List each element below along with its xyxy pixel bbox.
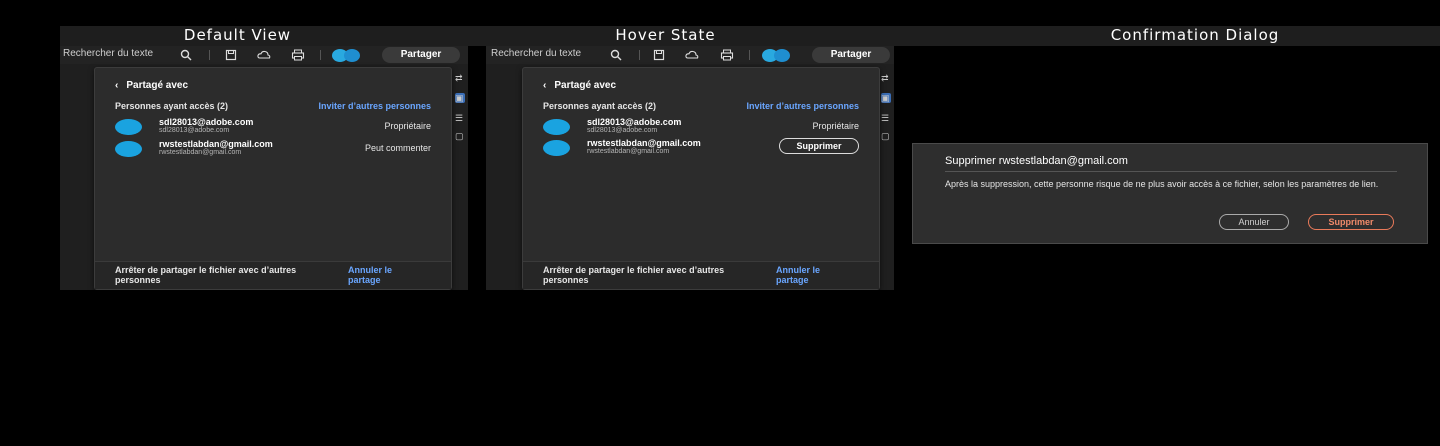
collaborator-avatars[interactable] (762, 49, 802, 62)
save-icon[interactable] (223, 47, 239, 63)
share-button[interactable]: Partager (812, 47, 890, 63)
person-avatar (543, 119, 570, 135)
rail-page-icon[interactable]: ▢ (455, 131, 465, 141)
dialog-body: Après la suppression, cette personne ris… (945, 179, 1379, 189)
person-email: rwstestlabdan@gmail.com (159, 139, 273, 149)
hover-state-panel: Rechercher du texte Partager ⇄ ▣ ☰ ▢ ‹ Pa… (486, 46, 894, 290)
section-title-hover: Hover State (615, 26, 716, 44)
share-card-title: Partagé avec (554, 80, 617, 91)
rail-page-icon[interactable]: ▢ (881, 131, 891, 141)
section-title-confirm: Confirmation Dialog (1110, 26, 1280, 44)
back-chevron-icon[interactable]: ‹ (115, 80, 118, 91)
person-subtext: sdl28013@adobe.com (159, 127, 230, 134)
share-card: ‹ Partagé avec Personnes ayant accès (2) … (94, 67, 452, 290)
search-icon[interactable] (608, 47, 624, 63)
rail-active-icon[interactable]: ▣ (881, 93, 891, 103)
stop-sharing-text: Arrêter de partager le fichier avec d’au… (543, 265, 725, 285)
person-row[interactable]: sdl28013@adobe.com sdl28013@adobe.com Pr… (543, 117, 859, 139)
rail-comment-icon[interactable]: ⇄ (455, 73, 465, 83)
people-heading: Personnes ayant accès (2) (543, 101, 657, 111)
dialog-title: Supprimer rwstestlabdan@gmail.com (945, 155, 1128, 167)
cloud-icon[interactable] (684, 47, 700, 63)
share-card-header: ‹ Partagé avec (543, 80, 616, 91)
right-rail: ⇄ ▣ ☰ ▢ (452, 66, 468, 166)
default-view-panel: Rechercher du texte Partager ⇄ ▣ ☰ ▢ ‹ Pa… (60, 46, 468, 290)
person-avatar (115, 119, 142, 135)
toolbar-divider (209, 50, 210, 60)
person-subtext: rwstestlabdan@gmail.com (159, 149, 242, 156)
back-chevron-icon[interactable]: ‹ (543, 80, 546, 91)
share-card-footer: Arrêter de partager le fichier avec d’au… (95, 261, 451, 289)
toolbar-divider (639, 50, 640, 60)
save-icon[interactable] (651, 47, 667, 63)
person-subtext: sdl28013@adobe.com (587, 127, 658, 134)
cancel-button[interactable]: Annuler (1219, 214, 1289, 230)
cancel-sharing-link[interactable]: Annuler le partage (348, 265, 418, 285)
confirmation-dialog: Supprimer rwstestlabdan@gmail.com Après … (912, 143, 1428, 244)
toolbar: Rechercher du texte Partager (60, 46, 468, 64)
person-email: rwstestlabdan@gmail.com (587, 138, 701, 148)
dialog-divider (945, 171, 1397, 172)
person-email: sdl28013@adobe.com (587, 117, 682, 127)
rail-active-icon[interactable]: ▣ (455, 93, 465, 103)
stop-sharing-text: Arrêter de partager le fichier avec d’au… (115, 265, 297, 285)
section-title-default: Default View (183, 26, 292, 44)
share-card-header: ‹ Partagé avec (115, 80, 188, 91)
person-email: sdl28013@adobe.com (159, 117, 254, 127)
toolbar: Rechercher du texte Partager (486, 46, 894, 64)
people-heading: Personnes ayant accès (2) (115, 101, 229, 111)
invite-link[interactable]: Inviter d’autres personnes (318, 101, 431, 111)
person-role: Propriétaire (384, 121, 431, 131)
person-avatar (115, 141, 142, 157)
search-label[interactable]: Rechercher du texte (63, 48, 153, 59)
person-avatar (543, 140, 570, 156)
confirm-remove-button[interactable]: Supprimer (1308, 214, 1394, 230)
person-role[interactable]: Peut commenter (365, 143, 431, 153)
share-card: ‹ Partagé avec Personnes ayant accès (2) … (522, 67, 880, 290)
person-subtext: rwstestlabdan@gmail.com (587, 148, 670, 155)
rail-list-icon[interactable]: ☰ (881, 113, 891, 123)
cancel-sharing-link[interactable]: Annuler le partage (776, 265, 846, 285)
search-icon[interactable] (178, 47, 194, 63)
remove-person-button[interactable]: Supprimer (779, 138, 859, 154)
person-row[interactable]: sdl28013@adobe.com sdl28013@adobe.com Pr… (115, 117, 431, 139)
person-row[interactable]: rwstestlabdan@gmail.com rwstestlabdan@gm… (115, 139, 431, 161)
print-icon[interactable] (719, 47, 735, 63)
share-card-title: Partagé avec (126, 80, 189, 91)
person-role: Propriétaire (812, 121, 859, 131)
cloud-icon[interactable] (256, 47, 272, 63)
toolbar-divider (749, 50, 750, 60)
share-card-footer: Arrêter de partager le fichier avec d’au… (523, 261, 879, 289)
invite-link[interactable]: Inviter d’autres personnes (746, 101, 859, 111)
collaborator-avatars[interactable] (332, 49, 372, 62)
print-icon[interactable] (290, 47, 306, 63)
toolbar-divider (320, 50, 321, 60)
person-row-hovered[interactable]: rwstestlabdan@gmail.com rwstestlabdan@gm… (543, 138, 859, 160)
rail-comment-icon[interactable]: ⇄ (881, 73, 891, 83)
search-label[interactable]: Rechercher du texte (491, 48, 581, 59)
right-rail: ⇄ ▣ ☰ ▢ (878, 66, 894, 166)
share-button[interactable]: Partager (382, 47, 460, 63)
rail-list-icon[interactable]: ☰ (455, 113, 465, 123)
